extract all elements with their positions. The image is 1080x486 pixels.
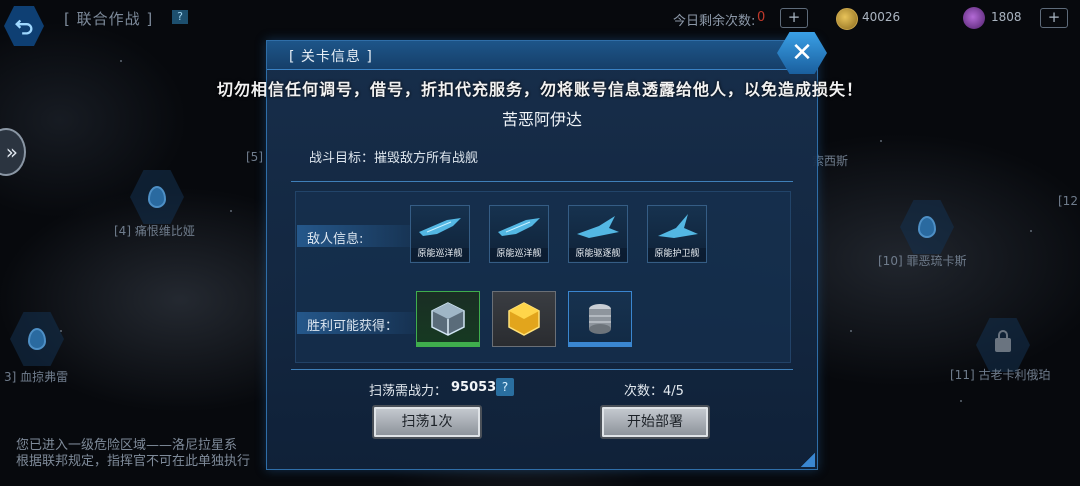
dialog-header: [ 关卡信息 ] — [267, 41, 817, 70]
add-attempts-button[interactable]: + — [780, 8, 808, 28]
enemy-ship-name: 原能巡洋舰 — [411, 248, 469, 261]
reward-label: 胜利可能获得： — [307, 319, 399, 334]
gold-crystal-icon — [508, 302, 540, 336]
sweep-power-value: 95053 — [451, 380, 497, 395]
crystal-cube-icon — [431, 302, 465, 336]
start-deploy-button[interactable]: 开始部署 — [600, 405, 710, 439]
enemy-info-row: 敌人信息: — [297, 225, 415, 247]
title-help-button[interactable]: ? — [172, 10, 188, 24]
map-pin-icon — [918, 216, 936, 238]
enemy-ship-slot[interactable]: 原能驱逐舰 — [568, 205, 628, 263]
frigate-ship-icon — [658, 214, 698, 238]
sweep-once-button[interactable]: 扫荡1次 — [372, 405, 482, 439]
back-arrow-icon — [15, 19, 33, 35]
enemy-ship-name: 原能护卫舰 — [648, 248, 706, 261]
map-pin-icon — [28, 328, 46, 350]
stage-info-dialog: [ 关卡信息 ] 苦恶阿伊达 战斗目标：摧毁敌方所有战舰 敌人信息: 原能巡洋舰… — [266, 40, 818, 470]
coin-balance: 40026 — [862, 10, 901, 24]
map-node-label: [4] 痛恨维比娅 — [114, 224, 195, 238]
top-bar: [ 联合作战 ] ? 今日剩余次数: 0 + 40026 1808 + — [0, 0, 1080, 46]
reward-item-slot[interactable] — [416, 291, 480, 347]
enemy-info-label: 敌人信息: — [307, 232, 364, 247]
map-pin-icon — [148, 186, 166, 208]
page-title: [ 联合作战 ] — [64, 10, 154, 28]
reward-item-slot[interactable] — [492, 291, 556, 347]
dialog-title: [ 关卡信息 ] — [289, 49, 373, 65]
sweep-power-label: 扫荡需战力： — [369, 384, 448, 399]
enemy-ship-name: 原能巡洋舰 — [490, 248, 548, 261]
metal-coil-icon — [589, 304, 611, 334]
corner-decoration — [801, 453, 815, 467]
map-node-label: 3] 血掠弗雷 — [4, 370, 69, 384]
map-node-label: [10] 罪恶琉卡斯 — [878, 254, 967, 268]
cruiser-ship-icon — [498, 218, 540, 236]
stage-name: 苦恶阿伊达 — [501, 110, 582, 129]
lock-icon — [995, 330, 1011, 352]
enemy-ship-name: 原能驱逐舰 — [569, 248, 627, 261]
battle-objective: 战斗目标：摧毁敌方所有战舰 — [309, 151, 479, 166]
destroyer-ship-icon — [577, 216, 619, 238]
divider — [291, 369, 793, 370]
remaining-attempts-label: 今日剩余次数: — [673, 14, 756, 29]
cruiser-ship-icon — [419, 218, 461, 236]
sweep-help-button[interactable]: ? — [496, 378, 514, 396]
coin-icon — [836, 8, 858, 30]
map-node-label: [12 — [1058, 194, 1078, 208]
attempt-count: 次数：4/5 — [624, 384, 684, 399]
enemy-ship-slot[interactable]: 原能护卫舰 — [647, 205, 707, 263]
zone-notice-line-2: 根据联邦规定，指挥官不可在此单独执行 — [16, 454, 251, 469]
add-gems-button[interactable]: + — [1040, 8, 1068, 28]
enemy-ship-slot[interactable]: 原能巡洋舰 — [489, 205, 549, 263]
enemy-ship-slot[interactable]: 原能巡洋舰 — [410, 205, 470, 263]
anti-fraud-warning: 切勿相信任何调号，借号，折扣代充服务，勿将账号信息透露给他人，以免造成损失！ — [216, 80, 863, 99]
remaining-attempts-count: 0 — [757, 10, 766, 25]
map-node-label: [11] 古老卡利俄珀 — [950, 368, 1051, 382]
divider — [291, 181, 793, 182]
close-icon: ✕ — [791, 38, 813, 68]
gem-icon — [963, 7, 985, 29]
reward-row: 胜利可能获得： — [297, 312, 415, 334]
gem-balance: 1808 — [991, 10, 1022, 24]
map-node-label: [5] — [246, 150, 263, 164]
reward-item-slot[interactable] — [568, 291, 632, 347]
